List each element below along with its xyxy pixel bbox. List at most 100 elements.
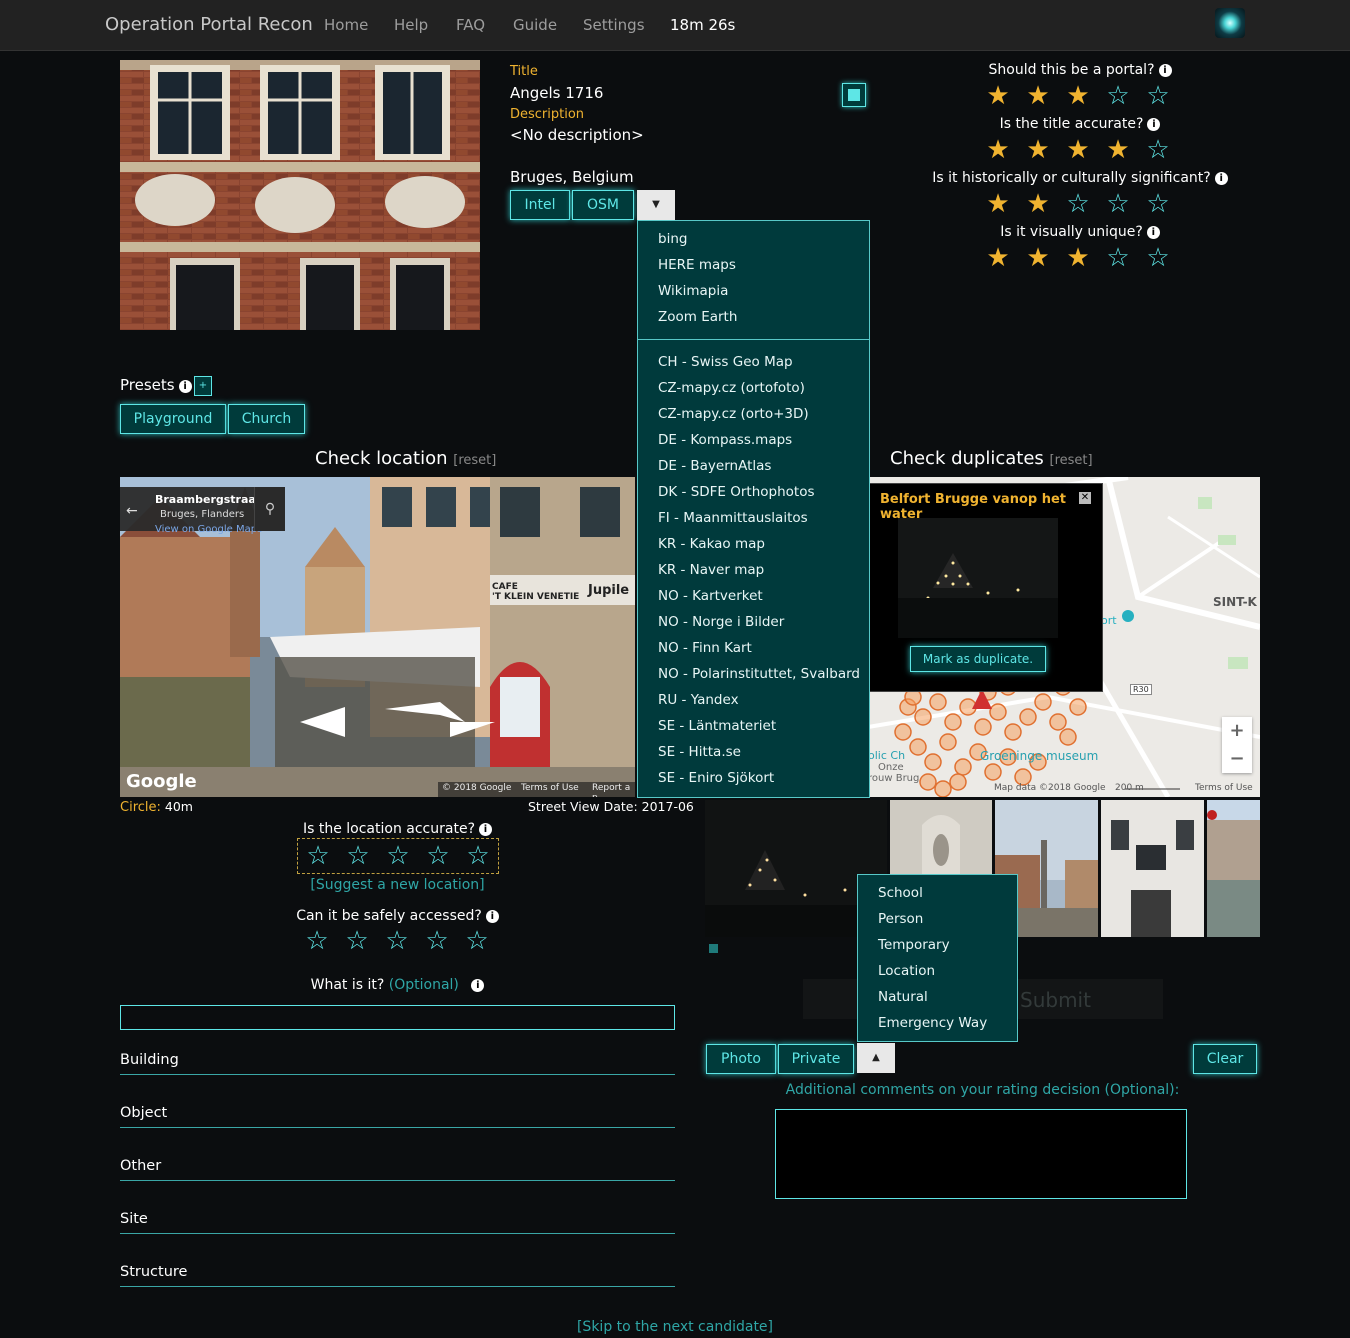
- clear-button[interactable]: Clear: [1193, 1044, 1257, 1074]
- info-icon[interactable]: i: [1214, 172, 1228, 185]
- star-3[interactable]: ☆: [378, 842, 418, 870]
- check-location-reset-link[interactable]: [reset]: [453, 453, 496, 468]
- edit-icon[interactable]: [842, 83, 866, 107]
- star-5[interactable]: ☆: [458, 842, 498, 870]
- star-2[interactable]: ★: [1018, 244, 1058, 272]
- star-5[interactable]: ☆: [1138, 244, 1178, 272]
- reject-option-emergency-way[interactable]: Emergency Way: [858, 1010, 1017, 1036]
- map-option-fi-maanmittaus[interactable]: FI - Maanmittauslaitos: [638, 505, 869, 531]
- info-icon[interactable]: i: [178, 380, 192, 393]
- map-option-de-bayern[interactable]: DE - BayernAtlas: [638, 453, 869, 479]
- map-option-wikimapia[interactable]: Wikimapia: [638, 278, 869, 304]
- info-icon[interactable]: i: [1146, 226, 1160, 239]
- map-option-ru-yandex[interactable]: RU - Yandex: [638, 687, 869, 713]
- what-option-object[interactable]: Object: [120, 1105, 675, 1128]
- star-2[interactable]: ★: [1018, 190, 1058, 218]
- star-1[interactable]: ☆: [298, 842, 338, 870]
- add-preset-button[interactable]: +: [194, 376, 212, 396]
- intel-button[interactable]: Intel: [510, 190, 570, 220]
- street-view-terms-link[interactable]: Terms of Use: [521, 783, 579, 793]
- map-option-no-kartverket[interactable]: NO - Kartverket: [638, 583, 869, 609]
- map-option-se-hitta[interactable]: SE - Hitta.se: [638, 739, 869, 765]
- what-option-other[interactable]: Other: [120, 1158, 675, 1181]
- comments-textarea[interactable]: [775, 1109, 1187, 1199]
- star-4[interactable]: ☆: [1098, 82, 1138, 110]
- info-icon[interactable]: i: [1147, 118, 1161, 131]
- check-duplicates-reset-link[interactable]: [reset]: [1050, 453, 1093, 468]
- map-dropdown-toggle[interactable]: ▼: [637, 190, 675, 220]
- star-4[interactable]: ☆: [1098, 190, 1138, 218]
- map-option-kr-kakao[interactable]: KR - Kakao map: [638, 531, 869, 557]
- nav-help[interactable]: Help: [394, 16, 428, 34]
- star-1[interactable]: ☆: [297, 927, 337, 955]
- reject-dropdown-toggle[interactable]: ▲: [857, 1043, 895, 1073]
- reject-option-natural[interactable]: Natural: [858, 984, 1017, 1010]
- nav-home[interactable]: Home: [324, 16, 368, 34]
- osm-button[interactable]: OSM: [572, 190, 634, 220]
- star-2[interactable]: ☆: [337, 927, 377, 955]
- candidate-photo[interactable]: [120, 60, 480, 330]
- thumb-indicator[interactable]: [709, 944, 718, 953]
- star-1[interactable]: ★: [978, 136, 1018, 164]
- map-option-cz-orto3d[interactable]: CZ-mapy.cz (orto+3D): [638, 401, 869, 427]
- star-1[interactable]: ★: [978, 190, 1018, 218]
- star-3[interactable]: ★: [1058, 136, 1098, 164]
- title-stars[interactable]: ★ ★ ★ ★ ☆: [978, 136, 1178, 164]
- reject-option-location[interactable]: Location: [858, 958, 1017, 984]
- map-option-de-kompass[interactable]: DE - Kompass.maps: [638, 427, 869, 453]
- map-option-se-eniro[interactable]: SE - Eniro Sjökort: [638, 765, 869, 791]
- star-2[interactable]: ☆: [338, 842, 378, 870]
- reject-option-school[interactable]: School: [858, 880, 1017, 906]
- star-3[interactable]: ☆: [1058, 190, 1098, 218]
- info-icon[interactable]: i: [479, 823, 492, 836]
- star-2[interactable]: ★: [1018, 136, 1058, 164]
- star-4[interactable]: ☆: [417, 927, 457, 955]
- brand-title[interactable]: Operation Portal Recon: [105, 14, 313, 35]
- star-1[interactable]: ★: [978, 82, 1018, 110]
- star-3[interactable]: ★: [1058, 244, 1098, 272]
- map-option-no-polar[interactable]: NO - Polarinstituttet, Svalbard: [638, 661, 869, 687]
- mark-duplicate-button[interactable]: Mark as duplicate.: [910, 646, 1046, 672]
- submit-button[interactable]: Submit: [1020, 988, 1091, 1012]
- reject-private-button[interactable]: Private: [778, 1044, 854, 1074]
- reject-option-person[interactable]: Person: [858, 906, 1017, 932]
- info-icon[interactable]: i: [471, 979, 485, 992]
- nav-settings[interactable]: Settings: [583, 16, 645, 34]
- what-option-building[interactable]: Building: [120, 1052, 675, 1075]
- map-option-cz-ortofoto[interactable]: CZ-mapy.cz (ortofoto): [638, 375, 869, 401]
- street-view[interactable]: ← Braambergstraat Bruges, Flanders View …: [120, 477, 635, 797]
- star-3[interactable]: ☆: [377, 927, 417, 955]
- map-option-se-lantmateriet[interactable]: SE - Läntmateriet: [638, 713, 869, 739]
- view-on-google-maps-link[interactable]: View on Google Maps: [155, 524, 262, 535]
- map-option-no-finn[interactable]: NO - Finn Kart: [638, 635, 869, 661]
- safety-stars[interactable]: ☆ ☆ ☆ ☆ ☆: [297, 927, 497, 955]
- back-arrow-icon[interactable]: ←: [126, 503, 138, 519]
- what-is-it-input[interactable]: [120, 1005, 675, 1030]
- reject-photo-button[interactable]: Photo: [706, 1044, 776, 1074]
- history-stars[interactable]: ★ ★ ☆ ☆ ☆: [978, 190, 1178, 218]
- duplicate-thumb-4[interactable]: [1101, 800, 1204, 937]
- star-5[interactable]: ☆: [457, 927, 497, 955]
- map-option-no-norge[interactable]: NO - Norge i Bilder: [638, 609, 869, 635]
- map-pin-icon[interactable]: ⚲: [254, 487, 285, 531]
- nav-guide[interactable]: Guide: [513, 16, 557, 34]
- star-4[interactable]: ☆: [418, 842, 458, 870]
- duplicates-map[interactable]: SINT-K ort R30 Groeninge museum olic Ch …: [868, 477, 1260, 797]
- duplicate-thumb-5[interactable]: [1207, 800, 1260, 937]
- star-1[interactable]: ★: [978, 244, 1018, 272]
- map-option-dk-sdfe[interactable]: DK - SDFE Orthophotos: [638, 479, 869, 505]
- map-option-here[interactable]: HERE maps: [638, 252, 869, 278]
- info-icon[interactable]: i: [1158, 64, 1172, 77]
- map-option-zoom-earth[interactable]: Zoom Earth: [638, 304, 869, 330]
- star-2[interactable]: ★: [1018, 82, 1058, 110]
- preset-playground-button[interactable]: Playground: [120, 404, 226, 434]
- map-terms-link[interactable]: Terms of Use: [1195, 783, 1253, 793]
- user-avatar[interactable]: [1215, 8, 1245, 38]
- star-5[interactable]: ☆: [1138, 190, 1178, 218]
- zoom-out-button[interactable]: −: [1222, 745, 1252, 773]
- map-option-bing[interactable]: bing: [638, 226, 869, 252]
- star-4[interactable]: ☆: [1098, 244, 1138, 272]
- nav-faq[interactable]: FAQ: [456, 16, 485, 34]
- what-option-site[interactable]: Site: [120, 1211, 675, 1234]
- map-option-ch-swiss[interactable]: CH - Swiss Geo Map: [638, 349, 869, 375]
